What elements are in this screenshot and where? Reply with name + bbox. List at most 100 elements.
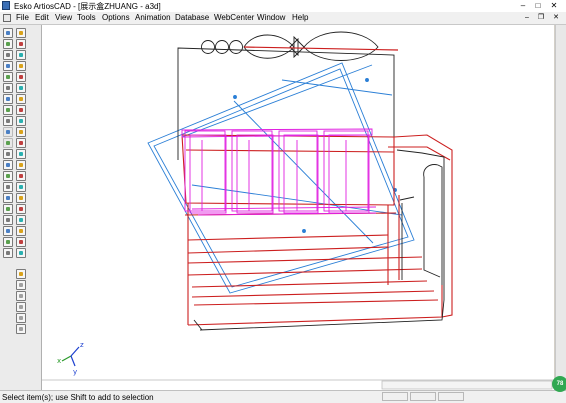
vertical-scrollbar[interactable] <box>555 25 566 390</box>
stack-tool-3[interactable] <box>16 291 26 301</box>
snap-tool[interactable] <box>3 204 13 214</box>
measure-tool[interactable] <box>3 72 13 82</box>
snap-icon <box>6 207 10 211</box>
doc-minimize-button[interactable]: – <box>522 13 532 22</box>
zoom-in-icon <box>6 31 10 35</box>
link-tool[interactable] <box>3 138 13 148</box>
dimension-icon <box>19 196 23 200</box>
menu-animation[interactable]: Animation <box>135 13 171 22</box>
view-side-icon <box>6 86 10 90</box>
output-tool[interactable] <box>16 215 26 225</box>
note-tool[interactable] <box>16 160 26 170</box>
document-icon[interactable] <box>3 14 11 22</box>
output-icon <box>19 218 23 222</box>
stack-tool-5[interactable] <box>16 313 26 323</box>
view-side-tool[interactable] <box>3 83 13 93</box>
render-tool[interactable] <box>16 182 26 192</box>
pan-icon <box>19 53 23 57</box>
stack-tool-4[interactable] <box>16 302 26 312</box>
doc-close-button[interactable]: ✕ <box>551 13 561 22</box>
image-tool[interactable] <box>16 237 26 247</box>
mark-tool[interactable] <box>16 226 26 236</box>
menu-window[interactable]: Window <box>257 13 285 22</box>
stack-tool-2[interactable] <box>16 280 26 290</box>
stack-icon <box>19 327 23 331</box>
window-title: Esko ArtiosCAD - [展示盒ZHUANG - a3d] <box>14 2 161 11</box>
menu-options[interactable]: Options <box>102 13 130 22</box>
shade-tool[interactable] <box>16 94 26 104</box>
menu-view[interactable]: View <box>55 13 72 22</box>
status-bar: Select item(s); use Shift to add to sele… <box>0 390 566 403</box>
status-pane-3 <box>438 392 464 401</box>
close-button[interactable]: ✕ <box>549 1 559 10</box>
menu-help[interactable]: Help <box>292 13 308 22</box>
view-front-icon <box>19 64 23 68</box>
layer-tool[interactable] <box>3 160 13 170</box>
grid-tool[interactable] <box>3 171 13 181</box>
cut-tool[interactable] <box>16 171 26 181</box>
box-tool[interactable] <box>16 138 26 148</box>
zoom-out-tool[interactable] <box>3 61 13 71</box>
stack-tool-1[interactable] <box>16 269 26 279</box>
doc-restore-button[interactable]: ❐ <box>536 13 546 22</box>
compartments <box>181 128 377 216</box>
menu-tools[interactable]: Tools <box>77 13 96 22</box>
stack-icon <box>19 316 23 320</box>
stack-icon <box>19 305 23 309</box>
settings-tool[interactable] <box>3 215 13 225</box>
select-tool[interactable] <box>16 28 26 38</box>
align-tool[interactable] <box>3 193 13 203</box>
axis-label-x: x <box>57 357 61 365</box>
label-tool[interactable] <box>3 237 13 247</box>
view-front-tool[interactable] <box>16 61 26 71</box>
layer-icon <box>6 163 10 167</box>
flat-tool[interactable] <box>3 182 13 192</box>
image-icon <box>19 240 23 244</box>
settings-icon <box>6 218 10 222</box>
maximize-button[interactable]: □ <box>533 1 543 10</box>
redo-tool[interactable] <box>16 116 26 126</box>
copy-tool[interactable] <box>3 149 13 159</box>
measure-icon <box>6 75 10 79</box>
pan-tool[interactable] <box>16 50 26 60</box>
print-tool[interactable] <box>16 204 26 214</box>
shade-icon <box>19 97 23 101</box>
arrow-right-tool[interactable] <box>16 127 26 137</box>
view-top-tool[interactable] <box>16 72 26 82</box>
arrow-left-icon <box>6 130 10 134</box>
axis-label-y: y <box>73 368 77 376</box>
place-tool[interactable] <box>3 248 13 258</box>
left-toolbar <box>0 25 42 390</box>
zoom-in-tool[interactable] <box>3 28 13 38</box>
orbit-tool[interactable] <box>16 105 26 115</box>
stack-icon <box>19 272 23 276</box>
text-icon <box>6 229 10 233</box>
zoom-fit-icon <box>6 42 10 46</box>
menu-edit[interactable]: Edit <box>35 13 49 22</box>
zoom-fit-tool[interactable] <box>3 39 13 49</box>
text-tool[interactable] <box>3 226 13 236</box>
menu-webcenter[interactable]: WebCenter <box>214 13 254 22</box>
stack-tool-6[interactable] <box>16 324 26 334</box>
dimension-tool[interactable] <box>16 193 26 203</box>
minimize-button[interactable]: – <box>518 1 528 10</box>
arrow-left-tool[interactable] <box>3 127 13 137</box>
orbit-icon <box>19 108 23 112</box>
3d-canvas[interactable]: z x y <box>42 25 554 390</box>
reset-tool[interactable] <box>3 105 13 115</box>
menu-bar: File Edit View Tools Options Animation D… <box>0 12 566 25</box>
zoom-window-tool[interactable] <box>3 50 13 60</box>
paste-icon <box>19 152 23 156</box>
rotate-tool[interactable] <box>16 39 26 49</box>
stack-icon <box>19 283 23 287</box>
menu-file[interactable]: File <box>16 13 29 22</box>
notification-badge[interactable]: 78 <box>552 376 566 392</box>
eye-tool[interactable] <box>3 94 13 104</box>
fold-tool[interactable] <box>16 83 26 93</box>
menu-database[interactable]: Database <box>175 13 209 22</box>
export-tool[interactable] <box>16 248 26 258</box>
paste-tool[interactable] <box>16 149 26 159</box>
view-top-icon <box>19 75 23 79</box>
undo-tool[interactable] <box>3 116 13 126</box>
horizontal-scrollbar[interactable] <box>42 379 554 390</box>
